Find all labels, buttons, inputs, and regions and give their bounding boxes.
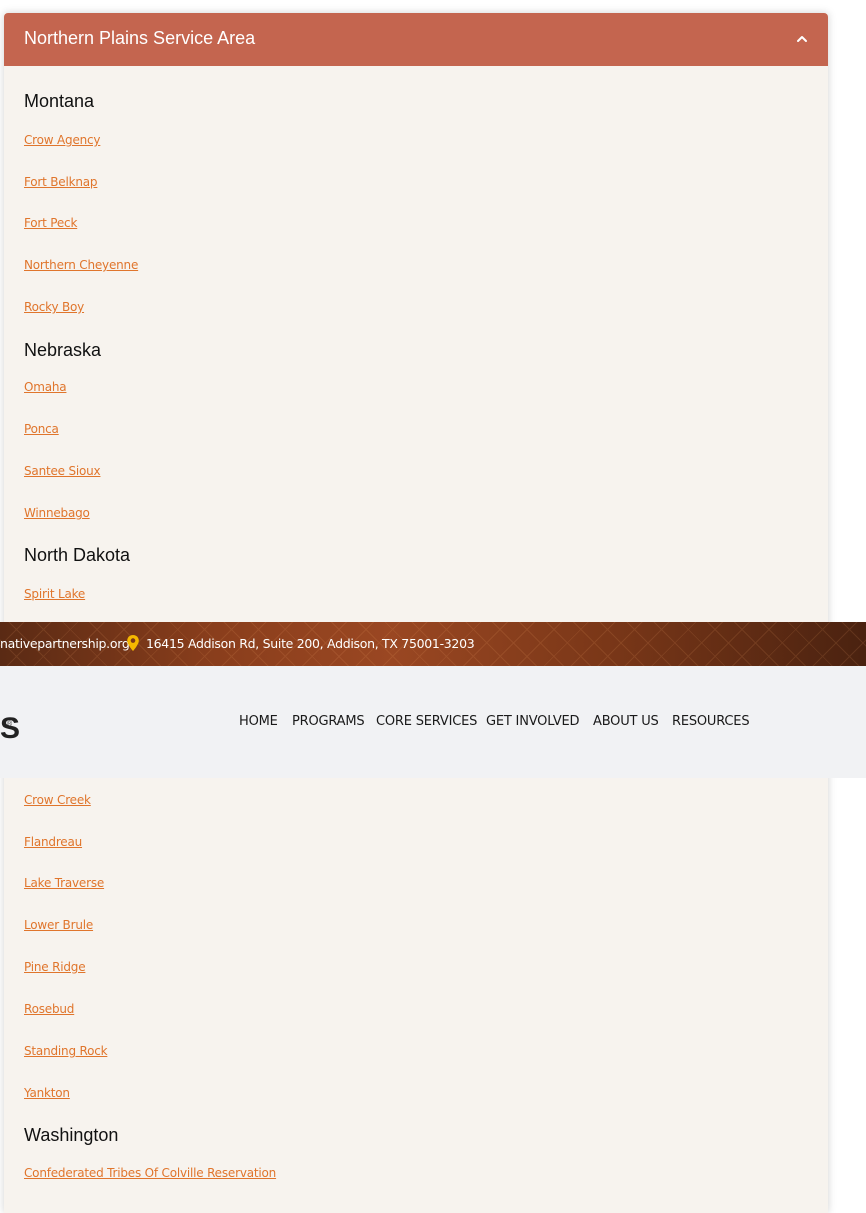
- link-standing-rock[interactable]: Standing Rock: [24, 1044, 108, 1058]
- nav-resources[interactable]: RESOURCES: [672, 714, 750, 729]
- link-confederated-tribes-colville[interactable]: Confederated Tribes Of Colville Reservat…: [24, 1166, 276, 1180]
- link-santee-sioux[interactable]: Santee Sioux: [24, 464, 101, 478]
- link-ponca[interactable]: Ponca: [24, 422, 59, 436]
- nav-about-us[interactable]: ABOUT US: [593, 714, 659, 729]
- nav-core-services[interactable]: CORE SERVICES: [376, 714, 477, 729]
- chevron-up-icon[interactable]: [792, 29, 812, 49]
- site-logo[interactable]: S: [0, 714, 20, 744]
- state-heading-nebraska: Nebraska: [24, 340, 102, 360]
- link-lower-brule[interactable]: Lower Brule: [24, 918, 93, 932]
- state-heading-north-dakota: North Dakota: [24, 545, 131, 565]
- link-crow-creek[interactable]: Crow Creek: [24, 793, 91, 807]
- accordion-title: Northern Plains Service Area: [24, 28, 256, 48]
- link-flandreau[interactable]: Flandreau: [24, 835, 82, 849]
- state-heading-montana: Montana: [24, 91, 95, 111]
- service-area-accordion: Northern Plains Service Area Montana Cro…: [4, 13, 828, 1213]
- link-fort-peck[interactable]: Fort Peck: [24, 216, 77, 230]
- contact-email[interactable]: nativepartnership.org: [0, 636, 130, 651]
- nav-get-involved[interactable]: GET INVOLVED: [486, 714, 580, 729]
- link-northern-cheyenne[interactable]: Northern Cheyenne: [24, 258, 138, 272]
- state-heading-washington: Washington: [24, 1125, 119, 1145]
- location-pin-icon: [126, 634, 140, 652]
- logo-registered-mark: ®: [7, 721, 13, 728]
- link-pine-ridge[interactable]: Pine Ridge: [24, 960, 86, 974]
- link-yankton[interactable]: Yankton: [24, 1086, 70, 1100]
- contact-address: 16415 Addison Rd, Suite 200, Addison, TX…: [146, 636, 475, 651]
- contact-topbar: nativepartnership.org 16415 Addison Rd, …: [0, 622, 866, 666]
- link-omaha[interactable]: Omaha: [24, 380, 67, 394]
- link-spirit-lake[interactable]: Spirit Lake: [24, 587, 85, 601]
- main-navbar: S ® HOME PROGRAMS CORE SERVICES GET INVO…: [0, 666, 866, 778]
- link-crow-agency[interactable]: Crow Agency: [24, 133, 101, 147]
- link-lake-traverse[interactable]: Lake Traverse: [24, 876, 104, 890]
- link-rosebud[interactable]: Rosebud: [24, 1002, 74, 1016]
- accordion-header[interactable]: Northern Plains Service Area: [4, 13, 828, 66]
- link-winnebago[interactable]: Winnebago: [24, 506, 90, 520]
- nav-programs[interactable]: PROGRAMS: [292, 714, 365, 729]
- nav-home[interactable]: HOME: [239, 714, 278, 729]
- link-rocky-boy[interactable]: Rocky Boy: [24, 300, 84, 314]
- link-fort-belknap[interactable]: Fort Belknap: [24, 175, 98, 189]
